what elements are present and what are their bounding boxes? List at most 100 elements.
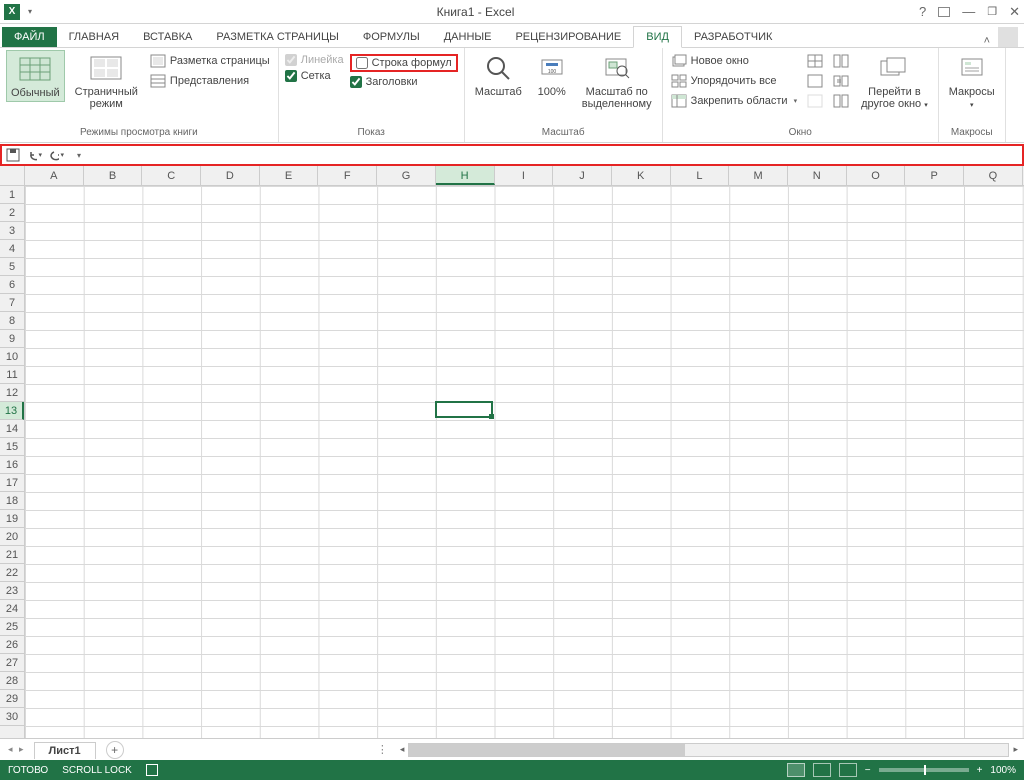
redo-icon[interactable]: ▾ xyxy=(50,148,64,162)
add-sheet-button[interactable]: + xyxy=(106,741,124,759)
select-all-corner[interactable] xyxy=(0,166,25,185)
row-header[interactable]: 10 xyxy=(0,348,24,366)
row-header[interactable]: 9 xyxy=(0,330,24,348)
row-header[interactable]: 1 xyxy=(0,186,24,204)
tab-formulas[interactable]: ФОРМУЛЫ xyxy=(351,27,432,47)
collapse-ribbon-icon[interactable]: ˄ xyxy=(984,35,990,47)
pagebreak-view-icon[interactable] xyxy=(839,763,857,777)
hide-button[interactable] xyxy=(805,72,825,90)
headings-checkbox[interactable]: Заголовки xyxy=(350,76,458,88)
row-header[interactable]: 20 xyxy=(0,528,24,546)
close-icon[interactable]: ✕ xyxy=(1009,4,1020,20)
row-header[interactable]: 21 xyxy=(0,546,24,564)
row-header[interactable]: 18 xyxy=(0,492,24,510)
macro-record-icon[interactable] xyxy=(146,764,158,776)
row-header[interactable]: 16 xyxy=(0,456,24,474)
row-header[interactable]: 5 xyxy=(0,258,24,276)
tab-page-layout[interactable]: РАЗМЕТКА СТРАНИЦЫ xyxy=(204,27,350,47)
sync-scroll-button[interactable] xyxy=(831,72,851,90)
row-header[interactable]: 29 xyxy=(0,690,24,708)
sheet-nav-icons[interactable]: ◂ ▸ xyxy=(0,744,34,755)
row-header[interactable]: 11 xyxy=(0,366,24,384)
save-icon[interactable] xyxy=(6,148,20,162)
restore-icon[interactable]: ❐ xyxy=(987,5,997,18)
tab-insert[interactable]: ВСТАВКА xyxy=(131,27,204,47)
page-layout-view-icon[interactable] xyxy=(813,763,831,777)
tab-review[interactable]: РЕЦЕНЗИРОВАНИЕ xyxy=(503,27,633,47)
gridlines-checkbox[interactable]: Сетка xyxy=(285,70,344,82)
row-header[interactable]: 19 xyxy=(0,510,24,528)
profile-icon[interactable] xyxy=(998,27,1018,47)
horizontal-scrollbar[interactable]: ◂ ▸ xyxy=(394,743,1024,757)
column-header[interactable]: K xyxy=(612,166,671,185)
row-header[interactable]: 30 xyxy=(0,708,24,726)
column-header[interactable]: C xyxy=(142,166,201,185)
arrange-all-button[interactable]: Упорядочить все xyxy=(669,72,799,90)
column-header[interactable]: N xyxy=(788,166,847,185)
row-header[interactable]: 17 xyxy=(0,474,24,492)
column-header[interactable]: B xyxy=(84,166,143,185)
column-header[interactable]: L xyxy=(671,166,730,185)
spreadsheet-grid[interactable]: 1234567891011121314151617181920212223242… xyxy=(0,186,1024,738)
normal-view-button[interactable]: Обычный xyxy=(6,50,65,102)
column-header[interactable]: J xyxy=(553,166,612,185)
row-header[interactable]: 8 xyxy=(0,312,24,330)
row-header[interactable]: 13 xyxy=(0,402,24,420)
row-header[interactable]: 23 xyxy=(0,582,24,600)
row-header[interactable]: 22 xyxy=(0,564,24,582)
macros-button[interactable]: Макросы▾ xyxy=(945,50,999,114)
row-header[interactable]: 27 xyxy=(0,654,24,672)
tab-file[interactable]: ФАЙЛ xyxy=(2,27,57,47)
zoom-selection-button[interactable]: Масштаб по выделенному xyxy=(578,50,656,112)
row-header[interactable]: 28 xyxy=(0,672,24,690)
pagebreak-view-button[interactable]: Страничный режим xyxy=(71,50,142,112)
column-header[interactable]: A xyxy=(25,166,84,185)
row-header[interactable]: 15 xyxy=(0,438,24,456)
column-header[interactable]: Q xyxy=(964,166,1023,185)
column-header[interactable]: O xyxy=(847,166,906,185)
column-header[interactable]: P xyxy=(905,166,964,185)
new-window-button[interactable]: Новое окно xyxy=(669,52,799,70)
sheet-tab[interactable]: Лист1 xyxy=(34,742,96,759)
column-header[interactable]: M xyxy=(729,166,788,185)
column-header[interactable]: D xyxy=(201,166,260,185)
tab-data[interactable]: ДАННЫЕ xyxy=(432,27,504,47)
customize-qat-icon[interactable]: ▾ xyxy=(72,148,86,162)
ribbon-display-icon[interactable] xyxy=(938,7,950,17)
page-layout-button[interactable]: Разметка страницы xyxy=(148,52,272,70)
normal-view-icon[interactable] xyxy=(787,763,805,777)
row-header[interactable]: 12 xyxy=(0,384,24,402)
tab-developer[interactable]: РАЗРАБОТЧИК xyxy=(682,27,784,47)
column-header[interactable]: H xyxy=(436,166,495,185)
row-header[interactable]: 25 xyxy=(0,618,24,636)
tab-view[interactable]: ВИД xyxy=(633,26,682,48)
help-icon[interactable]: ? xyxy=(919,4,926,19)
view-side-by-side-button[interactable] xyxy=(831,52,851,70)
minimize-icon[interactable]: — xyxy=(962,4,975,19)
column-header[interactable]: I xyxy=(495,166,554,185)
undo-icon[interactable]: ▾ xyxy=(28,148,42,162)
row-header[interactable]: 24 xyxy=(0,600,24,618)
column-header[interactable]: E xyxy=(260,166,319,185)
zoom-100-button[interactable]: 100 100% xyxy=(532,50,572,100)
switch-windows-button[interactable]: Перейти в другое окно ▾ xyxy=(857,50,932,114)
tab-home[interactable]: ГЛАВНАЯ xyxy=(57,27,131,47)
row-header[interactable]: 6 xyxy=(0,276,24,294)
row-header[interactable]: 4 xyxy=(0,240,24,258)
column-header[interactable]: G xyxy=(377,166,436,185)
zoom-button[interactable]: Масштаб xyxy=(471,50,526,100)
row-header[interactable]: 2 xyxy=(0,204,24,222)
zoom-slider[interactable] xyxy=(879,768,969,772)
split-button[interactable] xyxy=(805,52,825,70)
row-header[interactable]: 7 xyxy=(0,294,24,312)
row-header[interactable]: 3 xyxy=(0,222,24,240)
freeze-panes-button[interactable]: Закрепить области▾ xyxy=(669,92,799,110)
custom-views-button[interactable]: Представления xyxy=(148,72,272,90)
reset-window-button[interactable] xyxy=(831,92,851,110)
unhide-button[interactable] xyxy=(805,92,825,110)
row-header[interactable]: 14 xyxy=(0,420,24,438)
column-header[interactable]: F xyxy=(318,166,377,185)
row-header[interactable]: 26 xyxy=(0,636,24,654)
formula-bar-checkbox[interactable]: Строка формул xyxy=(350,54,458,72)
active-cell[interactable] xyxy=(435,401,493,418)
